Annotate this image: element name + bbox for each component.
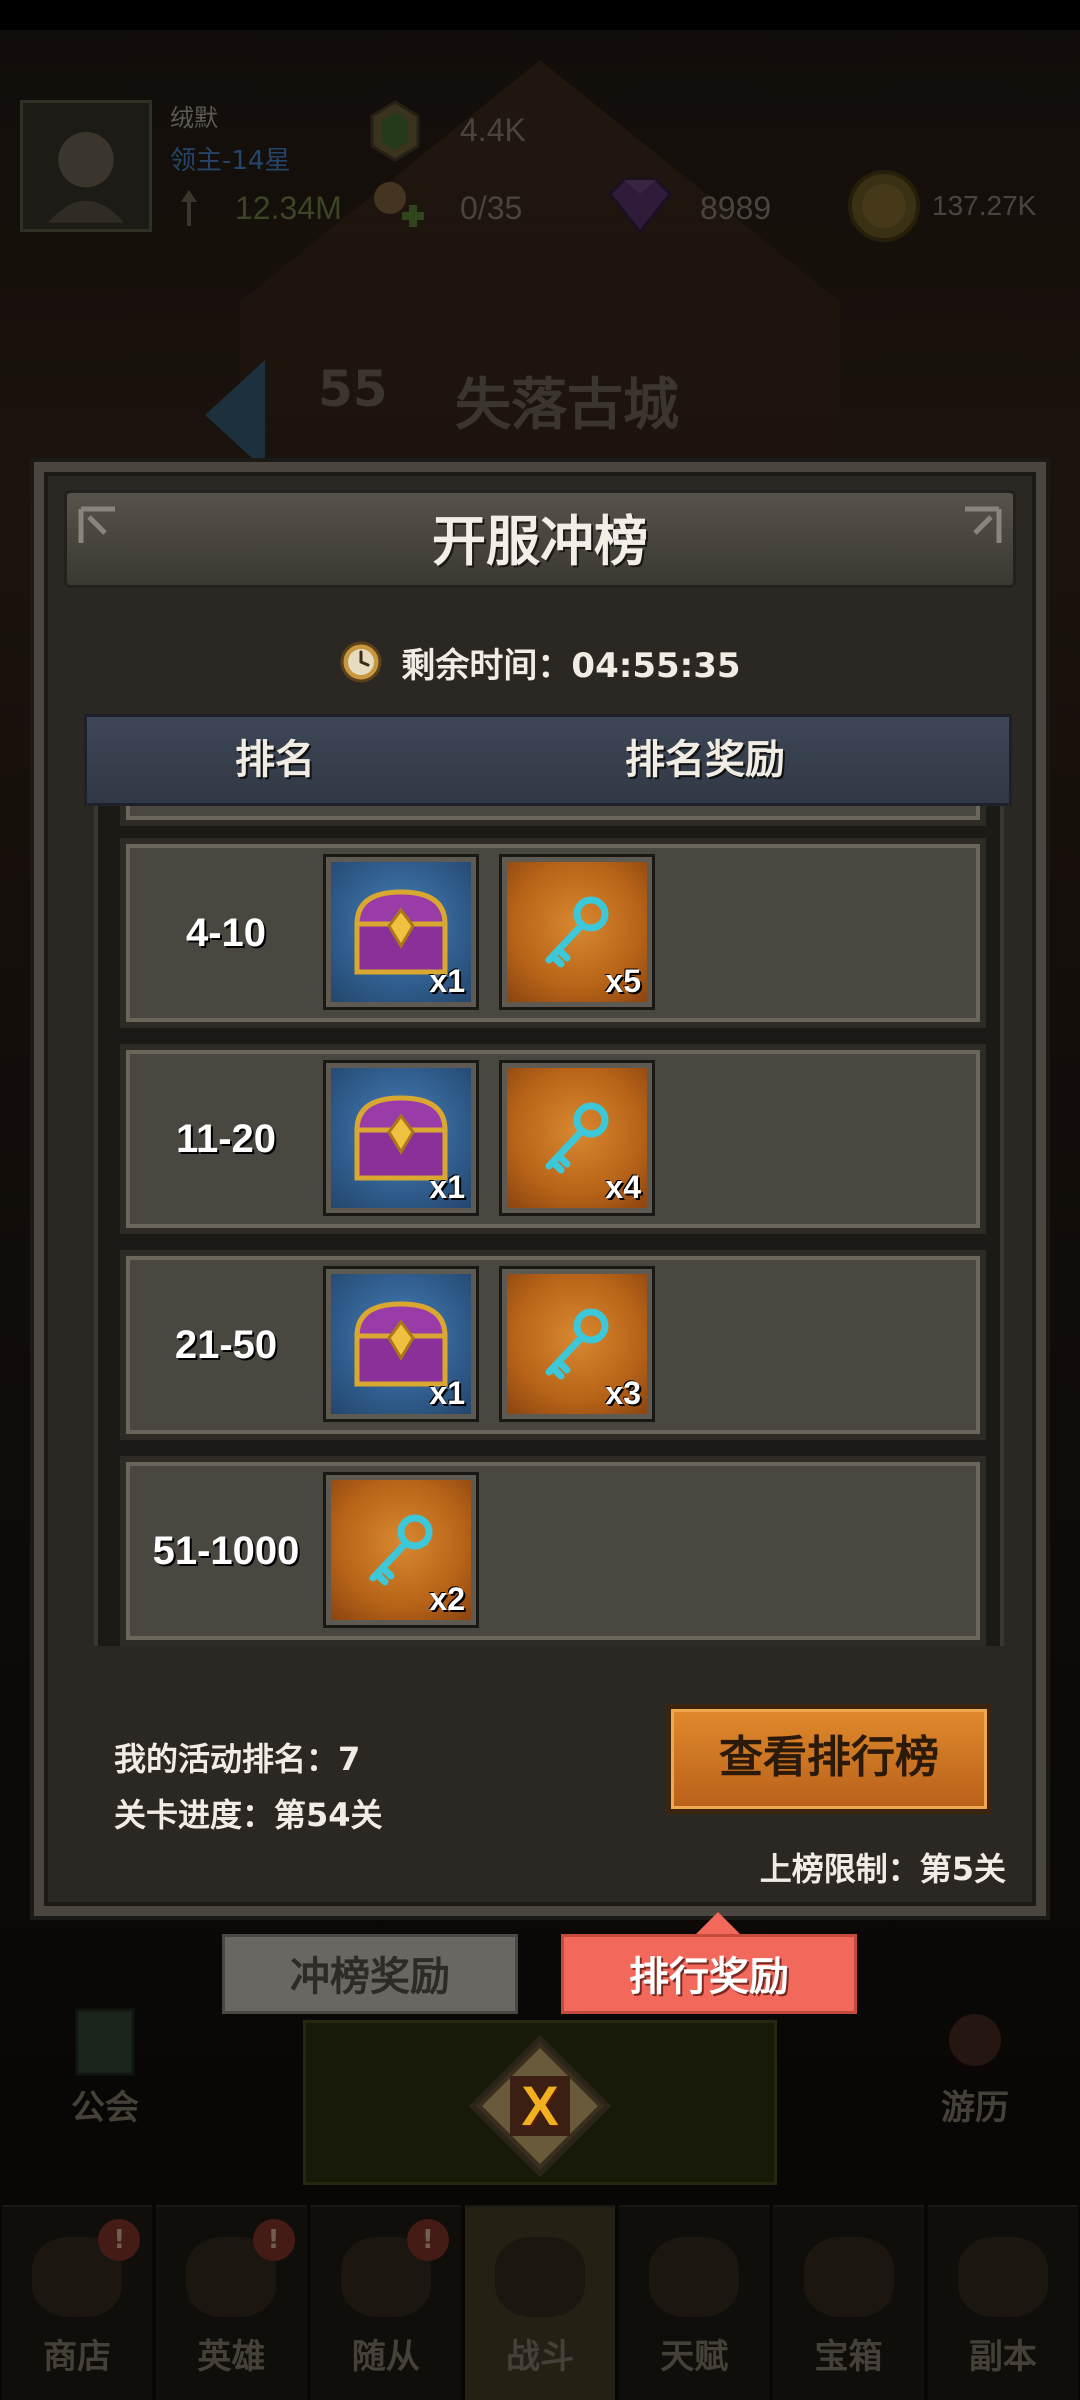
tab-rush-reward[interactable]: 冲榜奖励 [222, 1934, 518, 2014]
reward-item[interactable]: x1 [326, 1269, 476, 1419]
reward-item[interactable]: x1 [326, 857, 476, 1007]
clock-icon [340, 641, 382, 683]
close-icon[interactable]: X [490, 2056, 590, 2156]
table-header: 排名 排名奖励 [84, 714, 1012, 806]
row-rank: 21-50 [174, 1323, 278, 1367]
table-row: 51-1000 x2 [120, 1456, 986, 1646]
tab-rank-reward[interactable]: 排行奖励 [561, 1934, 857, 2014]
table-row: 4-10 x1 x5 [120, 838, 986, 1028]
ranking-modal: 开服冲榜 剩余时间：04:55:35 排名 排名奖励 4-10 x1 x5 11… [34, 462, 1046, 1916]
reward-item[interactable]: x1 [326, 1063, 476, 1213]
item-quantity: x4 [605, 1169, 641, 1205]
item-quantity: x5 [605, 963, 641, 999]
column-reward: 排名奖励 [625, 737, 785, 783]
table-row: 21-50 x1 x3 [120, 1250, 986, 1440]
my-rank-text: 我的活动排名：7 [114, 1740, 361, 1778]
rank-limit-text: 上榜限制：第5关 [759, 1850, 1006, 1888]
item-quantity: x1 [429, 963, 465, 999]
row-rank: 4-10 [185, 911, 267, 955]
table-row [120, 806, 986, 826]
reward-item[interactable]: x5 [502, 857, 652, 1007]
reward-list[interactable]: 4-10 x1 x5 11-20 x1 x4 21-50 x1 x3 51-10… [94, 806, 1004, 1646]
reward-item[interactable]: x3 [502, 1269, 652, 1419]
table-row: 11-20 x1 x4 [120, 1044, 986, 1234]
stage-progress-text: 关卡进度：第54关 [114, 1796, 383, 1834]
item-quantity: x1 [429, 1169, 465, 1205]
reward-item[interactable]: x4 [502, 1063, 652, 1213]
item-quantity: x1 [429, 1375, 465, 1411]
modal-header: 开服冲榜 [64, 490, 1016, 588]
column-rank: 排名 [235, 737, 315, 783]
item-quantity: x2 [429, 1581, 465, 1617]
timer-label: 剩余时间：04:55:35 [401, 645, 741, 686]
row-rank: 11-20 [175, 1117, 277, 1161]
row-rank: 51-1000 [152, 1529, 300, 1573]
countdown-timer: 剩余时间：04:55:35 [44, 632, 1036, 692]
tab-pointer [696, 1912, 740, 1934]
modal-title: 开服冲榜 [432, 510, 648, 573]
item-quantity: x3 [605, 1375, 641, 1411]
view-leaderboard-button[interactable]: 查看排行榜 [666, 1704, 992, 1814]
reward-item[interactable]: x2 [326, 1475, 476, 1625]
